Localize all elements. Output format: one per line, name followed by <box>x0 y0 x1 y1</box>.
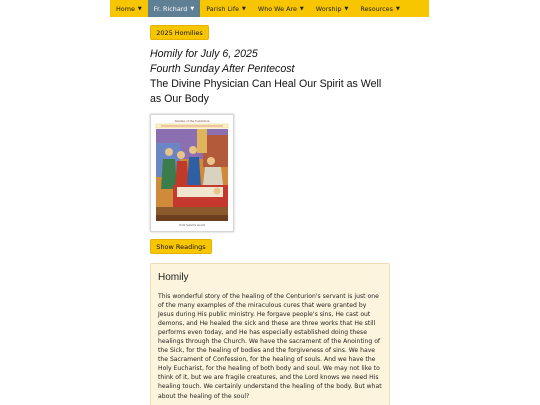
homily-date: Homily for July 6, 2025 <box>150 48 258 60</box>
cover-top-line: Sunday of the Centurion <box>175 119 210 123</box>
cover-caption: Christ heals the servant <box>179 224 205 227</box>
nav-label: Parish Life <box>206 4 240 13</box>
homily-header: Homily for July 6, 2025 Fourth Sunday Af… <box>150 47 400 107</box>
main-navigation: Home ▼ Fr. Richard ▼ Parish Life ▼ Who W… <box>110 0 429 17</box>
nav-label: Who We Are <box>257 4 297 13</box>
homily-cover-image: Sunday of the Centurion Christ heals the… <box>150 114 234 232</box>
chevron-down-icon: ▼ <box>395 5 400 12</box>
chevron-down-icon: ▼ <box>242 5 246 12</box>
homily-card: Homily This wonderful story of the heali… <box>150 263 390 405</box>
page-title: The Divine Physician Can Heal Our Spirit… <box>150 78 382 105</box>
nav-parish-life[interactable]: Parish Life ▼ <box>200 0 252 17</box>
homily-body: This wonderful story of the healing of t… <box>158 293 382 400</box>
nav-label: Fr. Richard <box>153 4 188 13</box>
nav-resources[interactable]: Resources ▼ <box>354 0 406 17</box>
chevron-down-icon: ▼ <box>299 5 304 12</box>
nav-label: Resources <box>360 4 393 13</box>
nav-label: Worship <box>315 4 342 13</box>
homilies-year-button[interactable]: 2025 Homilies <box>150 25 209 40</box>
homily-heading: Homily <box>158 272 189 283</box>
nav-who-we-are[interactable]: Who We Are ▼ <box>252 0 310 17</box>
nav-label: Home <box>116 4 135 13</box>
nav-home[interactable]: Home ▼ <box>110 0 148 17</box>
chevron-down-icon: ▼ <box>344 5 349 12</box>
nav-worship[interactable]: Worship ▼ <box>310 0 355 17</box>
chevron-down-icon: ▼ <box>190 5 195 12</box>
show-readings-button[interactable]: Show Readings <box>150 239 212 254</box>
liturgical-occasion: Fourth Sunday After Pentecost <box>150 63 295 75</box>
chevron-down-icon: ▼ <box>137 5 142 12</box>
nav-fr-richard[interactable]: Fr. Richard ▼ <box>147 0 201 17</box>
